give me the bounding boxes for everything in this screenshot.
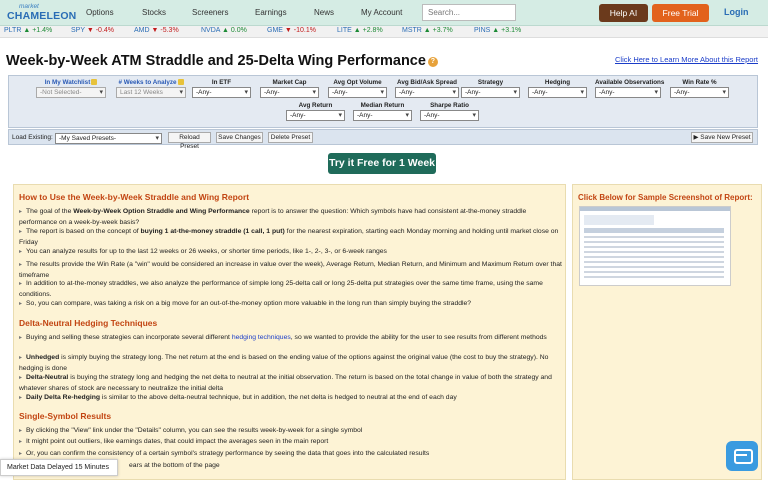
in-etf-select[interactable]: -Any-	[192, 87, 251, 98]
hedging-select[interactable]: -Any-	[528, 87, 587, 98]
filter-label: Win Rate %	[682, 79, 717, 86]
page-title: Week-by-Week ATM Straddle and 25-Delta W…	[6, 53, 438, 69]
save-changes-button[interactable]: Save Changes	[216, 132, 263, 143]
market-data-delayed-notice: Market Data Delayed 15 Minutes	[0, 459, 118, 476]
watchlist-select[interactable]: -Not Selected-	[36, 87, 106, 98]
ticker-item[interactable]: PINS ▲ +3.1%	[474, 27, 521, 34]
logo-main-text: CHAMELEON	[7, 10, 77, 22]
bullet-item: ▸ Buying and selling these strategies can…	[19, 334, 547, 341]
win-rate-select[interactable]: -Any-	[670, 87, 729, 98]
nav-screeners[interactable]: Screeners	[192, 8, 228, 17]
search-input[interactable]: Search...	[422, 4, 516, 21]
info-icon	[91, 79, 98, 85]
filter-watchlist: In My Watchlist -Not Selected-	[36, 79, 106, 98]
filter-label: Avg Bid/Ask Spread	[397, 79, 457, 86]
weeks-select[interactable]: Last 12 Weeks	[116, 87, 186, 98]
logo[interactable]: market CHAMELEON	[7, 3, 77, 23]
filter-strategy: Strategy -Any-	[461, 79, 520, 98]
bullet-item: ▸ You can analyze results for up to the l…	[19, 248, 387, 255]
filter-hedging: Hedging -Any-	[528, 79, 587, 98]
sharpe-select[interactable]: -Any-	[420, 110, 479, 121]
avg-return-select[interactable]: -Any-	[286, 110, 345, 121]
sample-screenshot-image[interactable]	[579, 206, 731, 286]
nav-earnings[interactable]: Earnings	[255, 8, 287, 17]
help-ai-button[interactable]: Help AI	[599, 4, 648, 22]
top-nav: market CHAMELEON Options Stocks Screener…	[0, 0, 768, 26]
bullet-item: ▸ Daily Delta Re-hedging is similar to th…	[19, 394, 457, 401]
filter-label: Available Observations	[595, 79, 665, 86]
help-icon[interactable]: ?	[427, 57, 438, 67]
market-cap-select[interactable]: -Any-	[260, 87, 319, 98]
filter-label: Hedging	[544, 79, 571, 86]
ticker-item[interactable]: AMD ▼ -5.3%	[134, 27, 179, 34]
ticker-item[interactable]: LITE ▲ +2.8%	[337, 27, 383, 34]
logo-top-text: market	[19, 3, 39, 10]
bullet-item: ▸ It might point out outliers, like earni…	[19, 438, 329, 445]
filter-label: Avg Opt Volume	[333, 79, 382, 86]
avg-opt-volume-select[interactable]: -Any-	[328, 87, 387, 98]
load-existing-label: Load Existing:	[12, 134, 53, 141]
filter-avg-spread: Avg Bid/Ask Spread -Any-	[395, 79, 459, 98]
chat-icon[interactable]	[726, 441, 758, 471]
section-heading: Delta-Neutral Hedging Techniques	[19, 318, 158, 328]
bullet-item: ▸ Unhedged is simply buying the strategy …	[19, 354, 549, 372]
info-section: How to Use the Week-by-Week Straddle and…	[13, 184, 566, 480]
median-return-select[interactable]: -Any-	[353, 110, 412, 121]
filter-label: Strategy	[477, 79, 504, 86]
filter-label: Avg Return	[298, 102, 333, 109]
filter-market-cap: Market Cap -Any-	[260, 79, 319, 98]
sample-screenshot-panel: Click Below for Sample Screenshot of Rep…	[572, 184, 762, 480]
ticker-item[interactable]: GME ▼ -10.1%	[267, 27, 316, 34]
available-obs-select[interactable]: -Any-	[595, 87, 661, 98]
section-heading: Single-Symbol Results	[19, 411, 112, 421]
ticker-bar: PLTR ▲ +1.4% SPY ▼ -0.4% AMD ▼ -5.3% NVD…	[0, 26, 768, 38]
ticker-item[interactable]: MSTR ▲ +3.7%	[402, 27, 453, 34]
bullet-item: ▸ Delta-Neutral is buying the strategy lo…	[19, 374, 552, 392]
reload-preset-button[interactable]: Reload Preset	[168, 132, 211, 150]
save-new-preset-button[interactable]: ▶ Save New Preset	[691, 132, 753, 143]
filter-label: In My Watchlist	[44, 79, 91, 86]
filter-in-etf: In ETF -Any-	[192, 79, 251, 98]
nav-stocks[interactable]: Stocks	[142, 8, 166, 17]
filter-panel: In My Watchlist -Not Selected- # Weeks t…	[8, 75, 758, 128]
nav-options[interactable]: Options	[86, 8, 114, 17]
ticker-item[interactable]: SPY ▼ -0.4%	[71, 27, 114, 34]
bullet-item: ▸ The report is based on the concept of b…	[19, 228, 559, 246]
sample-heading: Click Below for Sample Screenshot of Rep…	[578, 193, 753, 202]
section-heading: How to Use the Week-by-Week Straddle and…	[19, 192, 250, 202]
filter-win-rate: Win Rate % -Any-	[670, 79, 729, 98]
filter-available-obs: Available Observations -Any-	[595, 79, 665, 98]
ticker-item[interactable]: PLTR ▲ +1.4%	[4, 27, 52, 34]
filter-label: Sharpe Ratio	[430, 102, 469, 109]
filter-label: # Weeks to Analyze	[118, 79, 177, 86]
try-free-button[interactable]: Try it Free for 1 Week	[328, 153, 436, 174]
learn-more-link[interactable]: Click Here to Learn More About this Repo…	[615, 55, 758, 64]
strategy-select[interactable]: -Any-	[461, 87, 520, 98]
bullet-item: ▸ Or, you can confirm the consistency of …	[19, 450, 430, 457]
filter-label: Market Cap	[272, 79, 307, 86]
login-link[interactable]: Login	[724, 7, 749, 17]
nav-my-account[interactable]: My Account	[361, 8, 402, 17]
hedging-techniques-link[interactable]: hedging techniques	[232, 334, 291, 341]
info-icon	[177, 79, 184, 85]
filter-weeks: # Weeks to Analyze Last 12 Weeks	[116, 79, 186, 98]
free-trial-button[interactable]: Free Trial	[652, 4, 709, 22]
bullet-item: ▸ By clicking the "View" link under the "…	[19, 427, 363, 434]
filter-sharpe: Sharpe Ratio -Any-	[420, 102, 479, 121]
preset-bar: Load Existing: -My Saved Presets- Reload…	[8, 129, 758, 150]
filter-avg-return: Avg Return -Any-	[286, 102, 345, 121]
filter-label: In ETF	[211, 79, 232, 86]
bullet-item: ▸ In addition to at-the-money straddles, …	[19, 280, 543, 298]
bullet-item: ▸ The goal of the Week-by-Week Option Str…	[19, 208, 527, 226]
nav-news[interactable]: News	[314, 8, 334, 17]
filter-label: Median Return	[360, 102, 405, 109]
delete-preset-button[interactable]: Delete Preset	[268, 132, 313, 143]
ticker-item[interactable]: NVDA ▲ 0.0%	[201, 27, 247, 34]
avg-spread-select[interactable]: -Any-	[395, 87, 459, 98]
preset-select[interactable]: -My Saved Presets-	[55, 133, 162, 144]
filter-median-return: Median Return -Any-	[353, 102, 412, 121]
bullet-item: ▸ The results provide the Win Rate (a "wi…	[19, 261, 562, 279]
filter-avg-opt-volume: Avg Opt Volume -Any-	[328, 79, 387, 98]
bullet-item: ▸ So, you can compare, was taking a risk …	[19, 300, 472, 307]
